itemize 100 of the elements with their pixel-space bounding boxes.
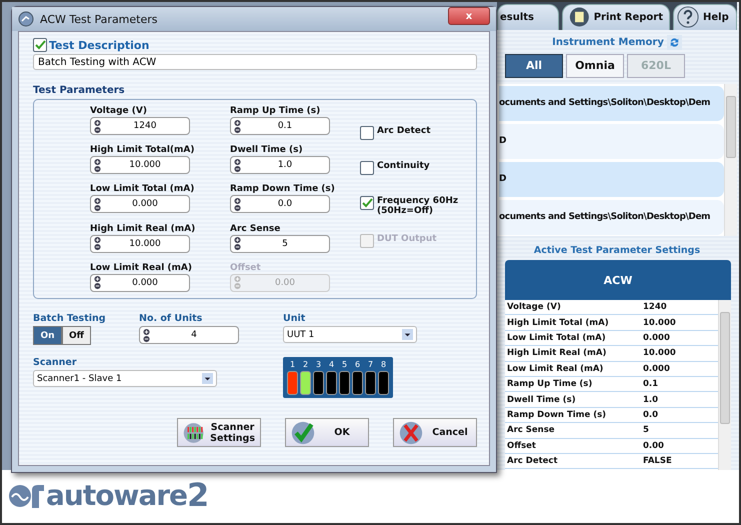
logo-text: autoware [46,478,188,512]
toggle-button[interactable]: On [33,326,62,345]
table-cell-text: Ramp Up Time (s) [506,379,594,390]
field-label: Arc Sense [230,224,282,234]
checkbox-label: Continuity [377,161,430,171]
plus-minus-icon [234,275,241,290]
checkbox[interactable] [360,126,374,140]
input-field[interactable]: Batch Testing with ACW [33,54,477,70]
plus-minus-icon [143,328,150,342]
nav-tab[interactable]: esults [497,4,559,30]
table-cell: 0.1 [643,379,658,390]
table-cell: 10.000 [643,318,676,328]
field-label: Low Limit Real (mA) [90,262,193,273]
nav-tab[interactable]: Help [673,4,737,30]
spinner-field[interactable]: 0.1 [230,117,330,135]
ok-button[interactable]: OK [285,418,369,447]
caret-icon [202,373,213,384]
app-icon [18,11,34,27]
field-label: High Limit Real (mA) [90,224,196,234]
spinner-field[interactable]: 10.000 [90,234,190,253]
plus-minus-icon [234,158,241,173]
scanner-settings-button[interactable]: Scanner Settings [177,418,261,447]
filter-button[interactable]: Omnia [566,54,624,78]
field-label: Ramp Up Time (s) [230,106,322,116]
cross-icon [399,420,423,444]
plus-minus-icon [234,196,241,212]
field-label: No. of Units [139,313,202,324]
field-label: Batch Testing [33,313,106,324]
checkbox-label: Test Description [49,38,150,52]
dropdown[interactable]: UUT 1 [283,326,417,343]
plus-minus-icon [94,236,101,252]
checkbox[interactable] [360,161,374,175]
table-cell-text: Arc Sense [506,425,556,436]
caret-icon [402,329,413,340]
spinner-field[interactable]: 1.0 [230,156,330,174]
table-cell: 0.00 [643,440,664,451]
field-label: Voltage (V) [90,106,148,116]
checkbox[interactable] [33,38,47,52]
table-cell-text: Low Limit Total (mA) [506,332,607,343]
document-icon [569,6,590,28]
dropdown[interactable]: Scanner1 - Slave 1 [33,370,217,387]
table-cell: 10.000 [643,348,676,358]
checkbox[interactable] [360,196,374,210]
plus-minus-icon [94,158,101,173]
window-title: ACW Test Parameters [40,12,159,26]
plus-minus-icon [94,275,101,290]
spinner-field[interactable]: 10.000 [90,156,190,174]
nav-tab[interactable]: Print Report [562,4,670,30]
memory-list-item[interactable]: D [499,162,724,197]
spinner-field[interactable]: 0.000 [90,195,190,214]
table-cell-text: Dwell Time (s) [506,394,577,405]
table-cell-text: Offset [506,440,537,451]
help-icon [677,6,699,28]
scrollbar[interactable] [718,300,731,470]
spinner-field[interactable]: 0.000 [90,274,190,292]
channel-number: 6 [354,360,360,369]
barcode-icon [183,420,204,444]
channel-number: 8 [380,360,386,369]
table-cell-text: Low Limit Real (mA) [506,364,604,374]
table-cell-text: Voltage (V) [506,302,562,312]
table-cell: 0.000 [643,332,670,343]
spinner-field[interactable]: 1240 [90,117,190,135]
table-cell-text: High Limit Total (mA) [506,318,610,328]
spinner-field[interactable]: 0.0 [230,195,330,214]
spinner-field[interactable]: 5 [230,234,330,253]
table-cell: 1240 [643,302,667,312]
table-cell: FALSE [643,456,672,466]
channel-number: 5 [342,360,348,369]
checkmark-icon [291,420,315,444]
logo-text: 2 [187,476,210,514]
cancel-button[interactable]: Cancel [393,418,477,447]
field-label: Low Limit Total (mA) [90,184,196,194]
memory-list-item[interactable]: ocuments and Settings\Soliton\Desktop\Dem [499,86,724,121]
checkbox-label: Arc Detect [377,126,430,136]
table-cell: 0.000 [643,364,670,374]
table-cell-text: Ramp Down Time (s) [506,410,608,420]
scrollbar[interactable] [724,84,737,236]
plus-minus-icon [94,196,101,212]
memory-list-item[interactable]: ocuments and Settings\Soliton\Desktop\Dem [499,200,724,235]
filter-button[interactable]: All [505,54,563,78]
section-title: Instrument Memory [552,36,664,48]
table-cell: 1.0 [643,394,658,405]
refresh-icon[interactable] [666,34,682,50]
field-label: High Limit Total(mA) [90,145,196,156]
field-label: Scanner [33,357,77,368]
field-label: Unit [283,313,306,324]
plus-minus-icon [234,118,241,134]
spinner-field[interactable]: 4 [139,326,239,344]
table-header: ACW [505,260,731,300]
table-cell: 0.0 [643,410,658,420]
channel-number: 2 [302,360,308,369]
channel-number: 3 [316,360,322,369]
checkbox-label: DUT Output [377,234,437,244]
table-cell: 5 [643,425,649,436]
memory-list-item[interactable]: D [499,124,724,159]
toggle-button[interactable]: Off [62,326,91,345]
channel-number: 1 [290,360,296,369]
section-title: Active Test Parameter Settings [532,245,702,256]
channel-number: 4 [328,360,334,369]
field-label: Ramp Down Time (s) [230,184,336,194]
